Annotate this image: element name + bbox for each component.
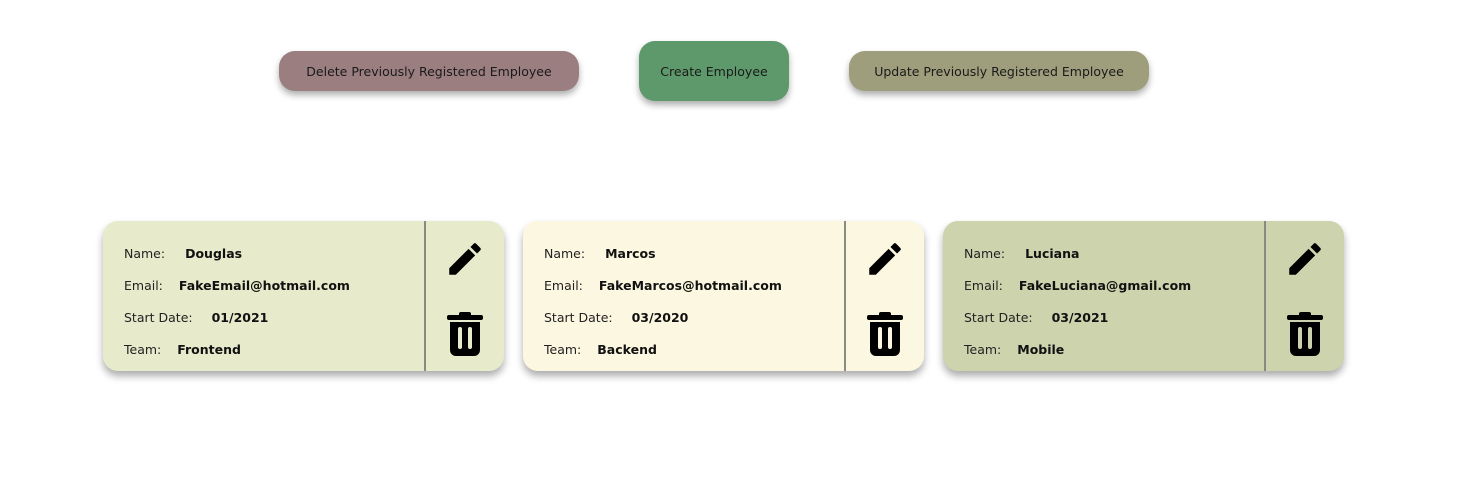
card-divider bbox=[844, 221, 846, 371]
email-value: FakeLuciana@gmail.com bbox=[1018, 277, 1192, 293]
start-date-label: Start Date: bbox=[544, 309, 613, 325]
email-row: Email: FakeEmail@hotmail.com bbox=[124, 269, 424, 301]
start-date-row: Start Date: 03/2021 bbox=[964, 301, 1264, 333]
email-label: Email: bbox=[964, 277, 1003, 293]
trash-icon[interactable] bbox=[1284, 312, 1326, 356]
pencil-icon[interactable] bbox=[864, 237, 906, 281]
employee-info: Name: Douglas Email: FakeEmail@hotmail.c… bbox=[124, 237, 424, 365]
pencil-icon[interactable] bbox=[1284, 237, 1326, 281]
employee-card: Name: Luciana Email: FakeLuciana@gmail.c… bbox=[943, 221, 1344, 371]
trash-icon[interactable] bbox=[444, 312, 486, 356]
team-value: Mobile bbox=[1017, 341, 1065, 357]
start-date-row: Start Date: 03/2020 bbox=[544, 301, 844, 333]
team-label: Team: bbox=[544, 341, 582, 357]
name-label: Name: bbox=[124, 245, 166, 261]
update-employee-button[interactable]: Update Previously Registered Employee bbox=[849, 51, 1149, 91]
email-label: Email: bbox=[124, 277, 163, 293]
team-value: Backend bbox=[597, 341, 657, 357]
page: Delete Previously Registered Employee Cr… bbox=[0, 0, 1468, 487]
team-value: Frontend bbox=[177, 341, 241, 357]
create-employee-button[interactable]: Create Employee bbox=[639, 41, 789, 101]
team-row: Team: Mobile bbox=[964, 333, 1264, 365]
name-row: Name: Marcos bbox=[544, 237, 844, 269]
name-row: Name: Luciana bbox=[964, 237, 1264, 269]
team-label: Team: bbox=[964, 341, 1002, 357]
card-divider bbox=[1264, 221, 1266, 371]
name-label: Name: bbox=[544, 245, 586, 261]
email-row: Email: FakeLuciana@gmail.com bbox=[964, 269, 1264, 301]
trash-icon[interactable] bbox=[864, 312, 906, 356]
employee-info: Name: Marcos Email: FakeMarcos@hotmail.c… bbox=[544, 237, 844, 365]
team-row: Team: Frontend bbox=[124, 333, 424, 365]
employee-card: Name: Marcos Email: FakeMarcos@hotmail.c… bbox=[523, 221, 924, 371]
email-value: FakeEmail@hotmail.com bbox=[178, 277, 350, 293]
start-date-value: 03/2020 bbox=[631, 309, 689, 325]
email-label: Email: bbox=[544, 277, 583, 293]
name-value: Marcos bbox=[605, 245, 656, 261]
name-label: Name: bbox=[964, 245, 1006, 261]
start-date-value: 03/2021 bbox=[1051, 309, 1109, 325]
name-row: Name: Douglas bbox=[124, 237, 424, 269]
start-date-label: Start Date: bbox=[124, 309, 193, 325]
team-label: Team: bbox=[124, 341, 162, 357]
start-date-value: 01/2021 bbox=[211, 309, 269, 325]
pencil-icon[interactable] bbox=[444, 237, 486, 281]
card-divider bbox=[424, 221, 426, 371]
name-value: Douglas bbox=[185, 245, 243, 261]
employee-card: Name: Douglas Email: FakeEmail@hotmail.c… bbox=[103, 221, 504, 371]
start-date-row: Start Date: 01/2021 bbox=[124, 301, 424, 333]
employee-info: Name: Luciana Email: FakeLuciana@gmail.c… bbox=[964, 237, 1264, 365]
delete-employee-button[interactable]: Delete Previously Registered Employee bbox=[279, 51, 579, 91]
email-row: Email: FakeMarcos@hotmail.com bbox=[544, 269, 844, 301]
team-row: Team: Backend bbox=[544, 333, 844, 365]
start-date-label: Start Date: bbox=[964, 309, 1033, 325]
email-value: FakeMarcos@hotmail.com bbox=[598, 277, 782, 293]
name-value: Luciana bbox=[1025, 245, 1080, 261]
